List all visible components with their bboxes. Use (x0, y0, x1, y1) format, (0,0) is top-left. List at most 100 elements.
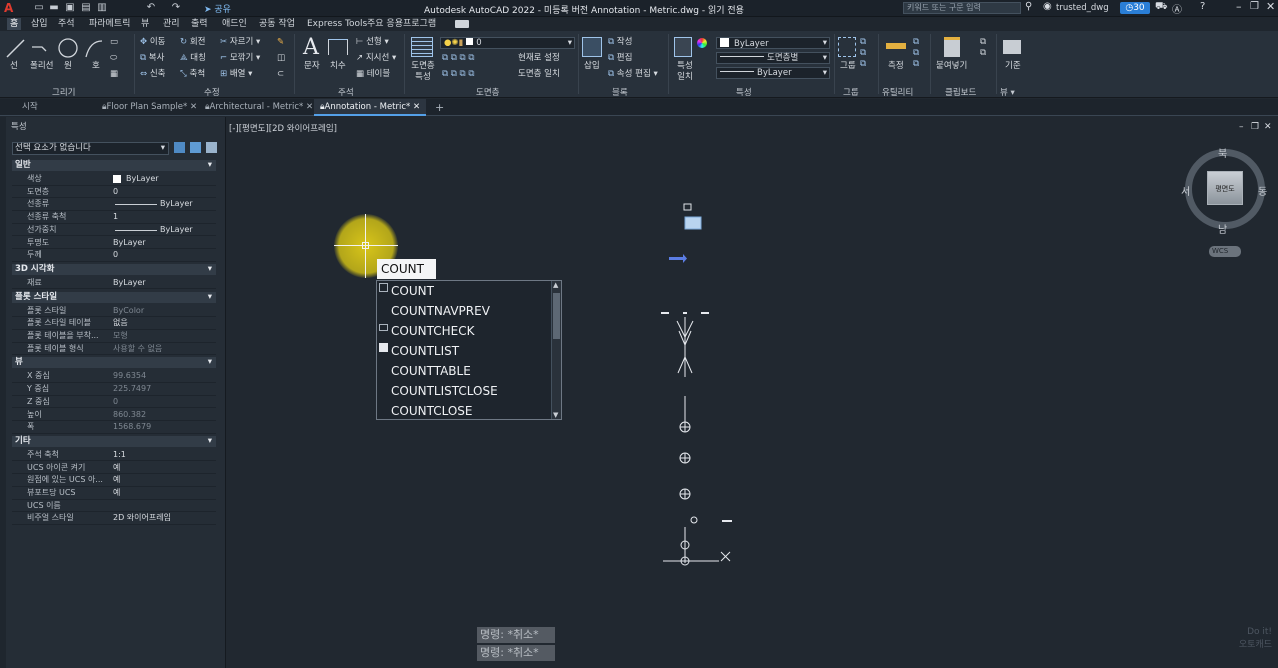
new-file-icon[interactable]: ▭ (33, 2, 45, 14)
autocomplete-item[interactable]: COUNTCHECK (391, 324, 474, 338)
tab-parametric[interactable]: 파라메트릭 (89, 18, 130, 30)
tab-architectural[interactable]: 🔒︎Architectural - Metric* ✕ (199, 99, 319, 116)
property-row[interactable]: 플롯 테이블을 부착... 모형 (12, 330, 216, 343)
command-autocomplete-list[interactable]: COUNT COUNTNAVPREV COUNTCHECK COUNTLIST … (376, 280, 562, 420)
viewport-restore-icon[interactable]: ❐ (1251, 122, 1259, 132)
property-row[interactable]: 선가중치 ByLayer (12, 224, 216, 237)
save-as-icon[interactable]: ▤ (80, 2, 92, 14)
edit-attributes-button[interactable]: ⧉ 속성 편집 ▾ (608, 69, 658, 80)
autocomplete-item[interactable]: COUNTCLOSE (391, 404, 473, 418)
panel-modify[interactable]: 수정 (204, 86, 220, 98)
paste-tool[interactable]: 붙여넣기 (936, 61, 967, 72)
text-icon[interactable]: A (303, 35, 319, 60)
lineweight-dropdown[interactable]: ByLayer ▾ (716, 67, 830, 79)
save-icon[interactable]: ▣ (64, 2, 76, 14)
layer-properties-tool[interactable]: 도면층 특성 (409, 61, 437, 83)
user-name[interactable]: trusted_dwg (1056, 3, 1109, 13)
app-logo[interactable]: A (4, 1, 13, 15)
group-tool[interactable]: 그룹 (840, 61, 856, 72)
section-header[interactable]: 일반 ▾ (12, 160, 216, 171)
fillet-tool[interactable]: ⌐ 모깎기 ▾ (220, 53, 260, 64)
property-row[interactable]: 색상 ByLayer (12, 173, 216, 186)
command-input[interactable]: COUNT (377, 259, 436, 279)
insert-tool[interactable]: 삽입 (584, 61, 600, 72)
chevron-down-icon[interactable]: ▾ (208, 357, 212, 368)
property-row[interactable]: 뷰포트당 UCS 예 (12, 487, 216, 500)
layer-tools-icons-2[interactable]: ⧉ ⧉ ⧉ ⧉ (442, 69, 474, 80)
autodesk-account-icon[interactable]: Ⓐ (1172, 1, 1182, 16)
dimension-icon[interactable] (328, 39, 348, 55)
section-header[interactable]: 3D 시각화 ▾ (12, 263, 216, 275)
mirror-tool[interactable]: ⟁ 대칭 (180, 53, 206, 64)
viewport-controls[interactable]: [-][평면도][2D 와이어프레임] (229, 122, 337, 134)
property-row[interactable]: 투명도 ByLayer (12, 237, 216, 250)
section-header[interactable]: 플롯 스타일 ▾ (12, 291, 216, 303)
panel-groups[interactable]: 그룹 (843, 86, 859, 98)
rotate-tool[interactable]: ↻ 회전 (180, 37, 205, 48)
section-header[interactable]: 뷰 ▾ (12, 357, 216, 369)
ribbon-toggle-icon[interactable] (455, 20, 469, 28)
property-row[interactable]: 선종류 축척 1 (12, 211, 216, 224)
compass-north[interactable]: 북 (1218, 145, 1227, 160)
match-properties-icon[interactable] (674, 37, 692, 57)
polyline-tool[interactable]: 폴리선 (30, 61, 53, 72)
quick-select-icon[interactable] (206, 142, 217, 153)
panel-layers[interactable]: 도면층 (476, 86, 499, 98)
property-row[interactable]: 폭 1568.679 (12, 421, 216, 434)
layer-tools-icons[interactable]: ⧉ ⧉ ⧉ ⧉ (442, 53, 474, 64)
property-row[interactable]: Z 중심 0 (12, 396, 216, 409)
compass-west[interactable]: 서 (1181, 183, 1190, 198)
close-icon[interactable]: ✕ (1266, 0, 1275, 13)
close-icon[interactable]: ✕ (306, 102, 313, 112)
measure-icon[interactable] (886, 43, 906, 49)
arc-tool[interactable]: 호 (92, 61, 100, 72)
tab-floor-plan[interactable]: 🔒︎Floor Plan Sample* ✕ (96, 99, 203, 116)
cart-icon[interactable]: ⛟ (1155, 1, 1168, 14)
base-view-tool[interactable]: 기준 (1005, 61, 1021, 72)
search-icon[interactable]: ⚲ (1025, 1, 1032, 12)
match-layer-button[interactable]: 도면층 일치 (518, 69, 560, 80)
new-tab-button[interactable]: + (429, 99, 450, 116)
linear-tool[interactable]: ⊢ 선형 ▾ (356, 37, 389, 48)
panel-view[interactable]: 뷰 ▾ (1000, 86, 1015, 98)
rectangle-icon[interactable]: ▭ (110, 37, 118, 48)
viewport-close-icon[interactable]: ✕ (1264, 122, 1272, 132)
chevron-down-icon[interactable]: ▾ (208, 292, 212, 303)
edit-block-button[interactable]: ⧉ 편집 (608, 53, 632, 64)
trial-badge[interactable]: ◷30 (1120, 2, 1150, 14)
chevron-down-icon[interactable]: ▾ (208, 264, 212, 275)
array-tool[interactable]: ⊞ 배열 ▾ (220, 69, 252, 80)
panel-block[interactable]: 블록 (612, 86, 628, 98)
stretch-tool[interactable]: ⇔ 신축 (140, 69, 165, 80)
panel-annotation[interactable]: 주석 (338, 86, 354, 98)
close-icon[interactable]: ✕ (190, 102, 197, 112)
scroll-up-icon[interactable]: ▲ (553, 281, 558, 289)
table-tool[interactable]: ▦ 테이블 (356, 69, 390, 80)
tab-collaborate[interactable]: 공동 작업 (259, 18, 295, 30)
measure-tool[interactable]: 측정 (888, 61, 904, 72)
tab-annotate[interactable]: 주석 (58, 18, 75, 30)
minimize-icon[interactable]: – (1236, 0, 1242, 13)
tab-addins[interactable]: 애드인 (222, 18, 247, 30)
select-objects-icon[interactable] (190, 142, 201, 153)
viewport-minimize-icon[interactable]: – (1239, 122, 1244, 132)
property-row[interactable]: 비주얼 스타일 2D 와이어프레임 (12, 512, 216, 525)
copy-tool[interactable]: ⧉ 복사 (140, 53, 164, 64)
property-row[interactable]: 재료 ByLayer (12, 277, 216, 290)
tab-annotation[interactable]: 🔒︎Annotation - Metric* ✕ (314, 99, 427, 116)
move-tool[interactable]: ✥ 이동 (140, 37, 165, 48)
tab-home[interactable]: 홈 (7, 18, 22, 30)
erase-icon[interactable]: ✎ (277, 37, 284, 48)
user-icon[interactable]: ◉ (1043, 1, 1052, 12)
autocomplete-item[interactable]: COUNTNAVPREV (391, 304, 490, 318)
dimension-tool[interactable]: 치수 (330, 61, 346, 72)
color-wheel-icon[interactable] (697, 38, 707, 48)
layer-dropdown[interactable]: ●✺▮ 0 ▾ (440, 37, 575, 49)
search-input[interactable]: 키워드 또는 구문 입력 (903, 2, 1021, 14)
panel-draw[interactable]: 그리기 (52, 86, 75, 98)
tab-express-tools[interactable]: Express Tools (307, 18, 367, 30)
tab-insert[interactable]: 삽입 (31, 18, 48, 30)
section-header[interactable]: 기타 ▾ (12, 435, 216, 447)
base-view-icon[interactable] (1003, 40, 1021, 54)
autocomplete-item[interactable]: COUNTLIST (391, 344, 459, 358)
